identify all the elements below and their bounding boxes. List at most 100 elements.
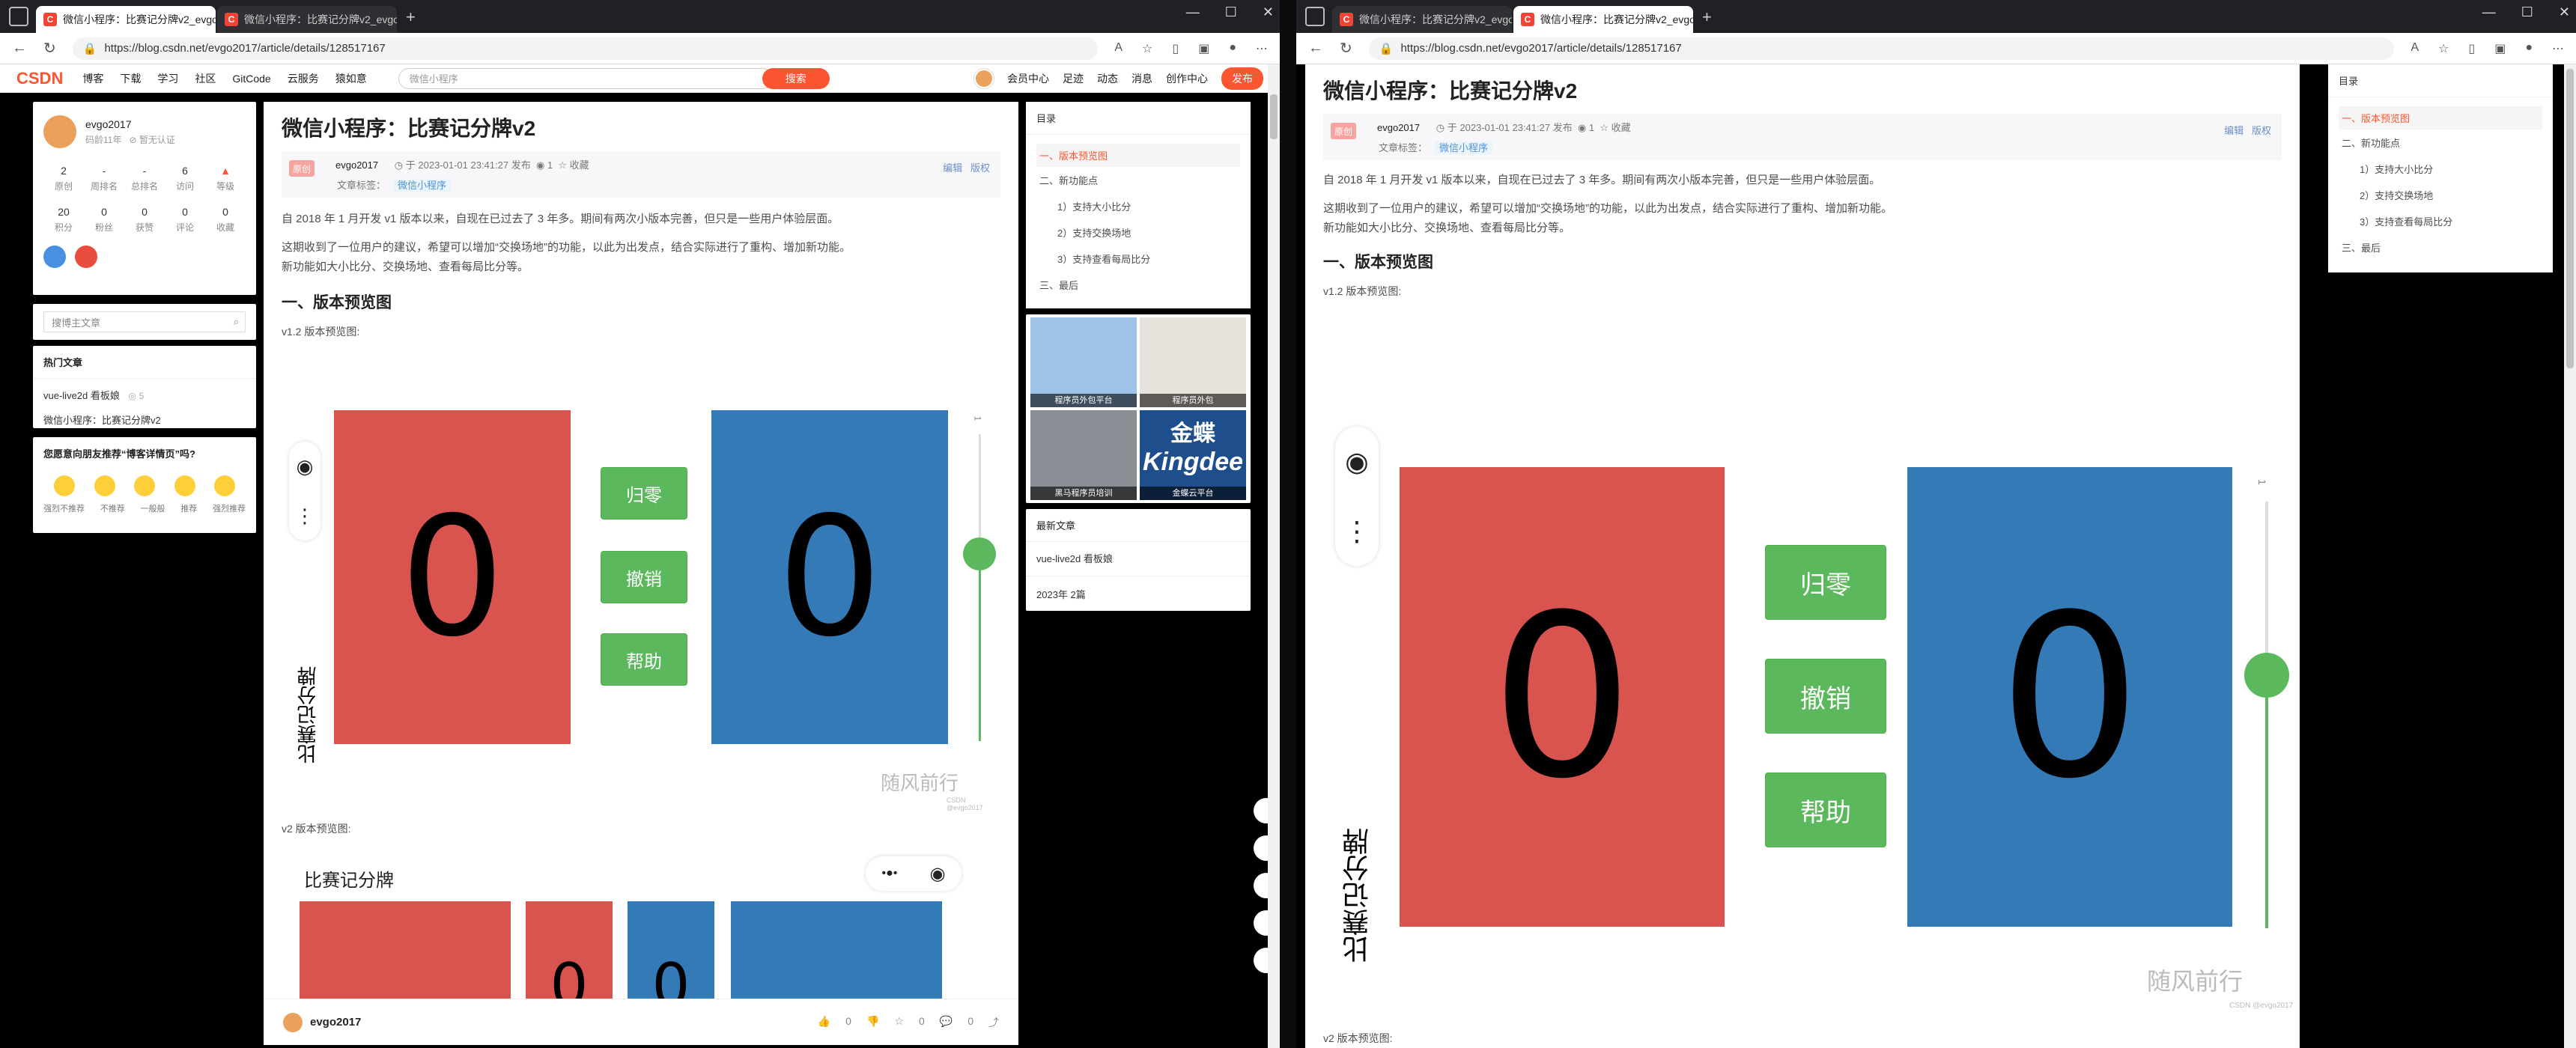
toc-item[interactable]: 二、新功能点 — [1036, 167, 1240, 193]
slider-knob[interactable] — [2244, 653, 2289, 698]
close-window-icon[interactable]: ✕ — [1263, 4, 1274, 20]
more-vert-icon[interactable]: ⋮ — [295, 505, 315, 528]
article-author[interactable]: evgo2017 — [335, 159, 378, 171]
emoji-icon[interactable] — [54, 475, 75, 496]
hot-item[interactable]: 微信小程序：比赛记分牌v2 — [43, 412, 246, 427]
record-icon[interactable]: ◉ — [929, 863, 945, 885]
refresh-icon[interactable]: ↻ — [43, 39, 56, 58]
tab-1[interactable]: C微信小程序：比赛记分牌v2_evgo✕ — [1332, 6, 1512, 33]
nav-creator[interactable]: 创作中心 — [1166, 71, 1208, 86]
profile-icon[interactable]: ● — [2525, 41, 2533, 56]
toc-item[interactable]: 3）支持查看每局比分 — [2339, 208, 2542, 234]
read-aloud-icon[interactable]: A — [1114, 41, 1123, 56]
url-field[interactable]: 🔒 https://blog.csdn.net/evgo2017/article/… — [1368, 37, 2395, 60]
ad-thumb[interactable]: 金蝶 Kingdee 金蝶云平台 — [1140, 410, 1246, 500]
emoji-icon[interactable] — [214, 475, 235, 496]
like-icon[interactable]: 👍 — [818, 1015, 830, 1030]
star-icon[interactable]: ☆ — [894, 1015, 904, 1030]
badge-icon[interactable] — [75, 246, 97, 268]
recent-item[interactable]: vue-live2d 看板娘 — [1036, 551, 1240, 565]
ad-thumb[interactable]: 黑马程序员培训 — [1030, 410, 1137, 500]
tab-1[interactable]: C微信小程序：比赛记分牌v2_evgo✕ — [36, 6, 216, 33]
star-icon[interactable]: ☆ — [558, 159, 567, 171]
toc-item[interactable]: 一、版本预览图 — [1036, 144, 1240, 167]
nav-dynamic[interactable]: 动态 — [1097, 71, 1118, 86]
nav-item[interactable]: 博客 — [82, 71, 103, 86]
back-icon[interactable]: ← — [1308, 40, 1323, 57]
scrollbar-thumb[interactable] — [2566, 69, 2574, 368]
article-tag[interactable]: 微信小程序 — [1435, 141, 1493, 154]
nav-item[interactable]: 下载 — [120, 71, 141, 86]
record-icon[interactable]: ◉ — [297, 455, 314, 478]
comment-icon[interactable]: 💬 — [940, 1015, 953, 1030]
record-icon[interactable]: ◉ — [1345, 446, 1368, 478]
refresh-icon[interactable]: ↻ — [1340, 39, 1352, 58]
avatar[interactable] — [43, 115, 76, 148]
archive-link[interactable]: 2023年 2篇 — [1036, 587, 1240, 601]
nav-item[interactable]: 猿如意 — [335, 71, 367, 86]
scrollbar[interactable] — [2564, 64, 2576, 1048]
favorite-icon[interactable]: ☆ — [2438, 41, 2449, 56]
close-window-icon[interactable]: ✕ — [2559, 4, 2570, 20]
profile-icon[interactable]: ● — [1229, 41, 1236, 56]
minimize-icon[interactable]: — — [2482, 4, 2496, 20]
split-icon[interactable]: ▯ — [2468, 41, 2475, 56]
article-author[interactable]: evgo2017 — [1377, 122, 1420, 133]
reset-button[interactable]: 归零 — [601, 467, 687, 520]
back-icon[interactable]: ← — [12, 40, 27, 57]
edit-link[interactable]: 编辑 — [943, 162, 962, 174]
new-tab-button[interactable]: + — [406, 7, 416, 27]
emoji-icon[interactable] — [134, 475, 155, 496]
avatar[interactable] — [974, 68, 994, 88]
csdn-logo[interactable]: CSDN — [16, 69, 63, 88]
new-tab-button[interactable]: + — [1702, 7, 1712, 27]
maximize-icon[interactable]: ☐ — [2521, 4, 2533, 20]
article-fav[interactable]: 收藏 — [1611, 122, 1631, 133]
toc-item[interactable]: 三、最后 — [1036, 272, 1240, 298]
minimize-icon[interactable]: — — [1186, 4, 1200, 20]
help-button[interactable]: 帮助 — [1765, 773, 1886, 847]
emoji-icon[interactable] — [94, 475, 115, 496]
search-icon[interactable]: ⌕ — [234, 316, 239, 328]
tab-2[interactable]: C微信小程序：比赛记分牌v2_evgo✕ — [1513, 6, 1693, 33]
copyright-link[interactable]: 版权 — [2252, 125, 2271, 136]
split-icon[interactable]: ▯ — [1172, 41, 1179, 56]
emoji-icon[interactable] — [174, 475, 195, 496]
article-fav[interactable]: 收藏 — [570, 159, 589, 171]
toc-item[interactable]: 1）支持大小比分 — [1036, 193, 1240, 219]
nav-item[interactable]: 社区 — [195, 71, 216, 86]
toc-item[interactable]: 3）支持查看每局比分 — [1036, 246, 1240, 272]
scrollbar-thumb[interactable] — [1270, 94, 1278, 139]
search-button[interactable]: 搜索 — [762, 67, 830, 89]
dislike-icon[interactable]: 👎 — [866, 1015, 879, 1030]
ad-thumb[interactable]: 程序员外包 — [1140, 317, 1246, 407]
reset-button[interactable]: 归零 — [1765, 545, 1886, 620]
toc-item[interactable]: 三、最后 — [2339, 234, 2542, 261]
undo-button[interactable]: 撤销 — [1765, 659, 1886, 734]
collections-icon[interactable]: ▣ — [1198, 41, 1209, 56]
read-aloud-icon[interactable]: A — [2411, 41, 2419, 56]
toc-item[interactable]: 1）支持大小比分 — [2339, 156, 2542, 182]
nav-vip[interactable]: 会员中心 — [1007, 71, 1049, 86]
toc-item[interactable]: 一、版本预览图 — [2339, 106, 2542, 130]
tab-actions-icon[interactable] — [9, 7, 28, 26]
tab-2[interactable]: C微信小程序：比赛记分牌v2_evgo✕ — [217, 6, 397, 33]
star-icon[interactable]: ☆ — [1600, 122, 1609, 133]
share-icon[interactable]: ⤴ — [988, 1015, 999, 1030]
profile-name[interactable]: evgo2017 — [85, 118, 175, 130]
search-input[interactable]: 微信小程序 — [398, 67, 773, 89]
badge-icon[interactable] — [43, 246, 66, 268]
publish-button[interactable]: 发布 — [1221, 67, 1263, 90]
undo-button[interactable]: 撤销 — [601, 551, 687, 603]
avatar[interactable] — [283, 1012, 303, 1032]
collections-icon[interactable]: ▣ — [2494, 41, 2506, 56]
nav-item[interactable]: GitCode — [232, 73, 270, 85]
more-icon[interactable]: ⋯ — [2552, 41, 2564, 56]
hot-item[interactable]: vue-live2d 看板娘 ◎ 5 — [43, 388, 246, 402]
more-vert-icon[interactable]: ⋮ — [1343, 516, 1370, 547]
toc-item[interactable]: 2）支持交换场地 — [2339, 182, 2542, 208]
edit-link[interactable]: 编辑 — [2224, 125, 2244, 136]
scrollbar[interactable] — [1268, 64, 1280, 1048]
toc-item[interactable]: 2）支持交换场地 — [1036, 219, 1240, 246]
maximize-icon[interactable]: ☐ — [1225, 4, 1237, 20]
